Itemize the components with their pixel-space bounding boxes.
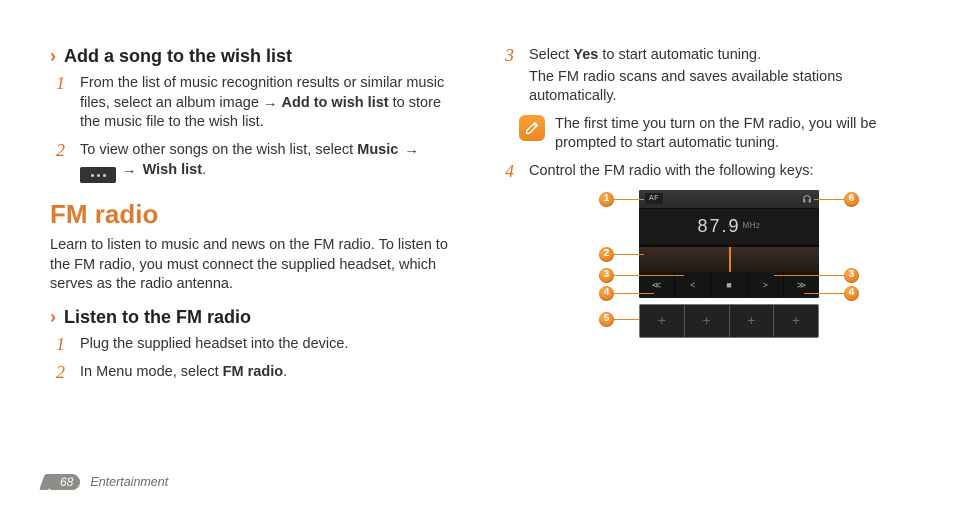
- step-body: Plug the supplied headset into the devic…: [80, 335, 455, 355]
- step-number: 4: [505, 162, 519, 182]
- callout-4-right: 4: [844, 286, 859, 301]
- right-column: 3 Select Yes to start automatic tuning. …: [499, 40, 904, 440]
- stop-icon: ■: [711, 272, 747, 298]
- bold-text: Wish list: [143, 162, 203, 178]
- callout-lead: [804, 293, 844, 294]
- headphones-icon: [801, 194, 813, 204]
- preset-add-icon: +: [640, 305, 685, 337]
- callout-5: 5: [599, 312, 614, 327]
- page-number: 68: [50, 474, 80, 490]
- note-first-time: The first time you turn on the FM radio,…: [519, 115, 904, 154]
- heading-add-to-wish-list: › Add a song to the wish list: [50, 44, 455, 68]
- callout-3-right: 3: [844, 268, 859, 283]
- radio-top-bar: AF: [639, 190, 819, 208]
- page-columns: › Add a song to the wish list 1 From the…: [50, 40, 904, 440]
- pencil-note-icon: [524, 120, 540, 136]
- callout-6: 6: [844, 192, 859, 207]
- preset-add-icon: +: [685, 305, 730, 337]
- callout-1: 1: [599, 192, 614, 207]
- af-indicator: AF: [645, 193, 663, 204]
- preset-row: + + + +: [639, 304, 819, 338]
- arrow-text: →: [122, 162, 137, 178]
- wish-step-1: 1 From the list of music recognition res…: [56, 74, 455, 133]
- fm-radio-intro: Learn to listen to music and news on the…: [50, 236, 455, 295]
- bold-text: Yes: [573, 47, 598, 63]
- step-body: From the list of music recognition resul…: [80, 74, 455, 133]
- menu-dots-icon: [80, 167, 116, 183]
- step-number: 1: [56, 74, 70, 133]
- callout-lead: [614, 254, 644, 255]
- callout-2: 2: [599, 247, 614, 262]
- frequency-value: 87.9: [698, 214, 741, 238]
- frequency-unit: MHz: [743, 221, 761, 232]
- tuning-dial: [639, 246, 819, 272]
- callout-lead: [774, 275, 844, 276]
- callout-4: 4: [599, 286, 614, 301]
- text: The FM radio scans and saves available s…: [529, 68, 904, 107]
- fm-radio-device: AF 87.9 MHz ≪ < ■ > ≫: [639, 190, 819, 298]
- preset-add-icon: +: [774, 305, 818, 337]
- text: In Menu mode, select: [80, 364, 219, 380]
- heading-text: Listen to the FM radio: [64, 305, 251, 329]
- listen-step-1: 1 Plug the supplied headset into the dev…: [56, 335, 455, 355]
- text: .: [283, 364, 287, 380]
- callout-3: 3: [599, 268, 614, 283]
- step-body: Control the FM radio with the following …: [529, 162, 904, 182]
- wish-step-2: 2 To view other songs on the wish list, …: [56, 141, 455, 183]
- callout-lead: [614, 293, 654, 294]
- footer-section: Entertainment: [90, 475, 168, 489]
- section-title-fm-radio: FM radio: [50, 197, 455, 232]
- step-body: In Menu mode, select FM radio.: [80, 363, 455, 383]
- bold-text: Add to wish list: [281, 95, 388, 111]
- note-icon: [519, 115, 545, 141]
- listen-step-2: 2 In Menu mode, select FM radio.: [56, 363, 455, 383]
- step-body: Select Yes to start automatic tuning. Th…: [529, 46, 904, 107]
- bold-text: FM radio: [223, 364, 283, 380]
- step-number: 3: [505, 46, 519, 107]
- step-body: To view other songs on the wish list, se…: [80, 141, 455, 183]
- chevron-icon: ›: [50, 308, 56, 326]
- bold-text: Music: [357, 142, 398, 158]
- listen-step-4: 4 Control the FM radio with the followin…: [505, 162, 904, 182]
- callout-lead: [614, 199, 644, 200]
- step-number: 1: [56, 335, 70, 355]
- text: From the list of music recognition resul…: [80, 75, 444, 111]
- step-number: 2: [56, 363, 70, 383]
- note-text: The first time you turn on the FM radio,…: [555, 115, 904, 154]
- left-column: › Add a song to the wish list 1 From the…: [50, 40, 455, 440]
- heading-listen-fm: › Listen to the FM radio: [50, 305, 455, 329]
- chevron-icon: ›: [50, 47, 56, 65]
- listen-step-3: 3 Select Yes to start automatic tuning. …: [505, 46, 904, 107]
- text: to start automatic tuning.: [602, 47, 761, 63]
- arrow-text: →: [404, 142, 419, 158]
- frequency-display: 87.9 MHz: [639, 208, 819, 246]
- heading-text: Add a song to the wish list: [64, 44, 292, 68]
- preset-add-icon: +: [730, 305, 775, 337]
- page-footer: 68 Entertainment: [50, 474, 168, 490]
- text: .: [202, 162, 206, 178]
- callout-lead: [814, 199, 844, 200]
- text: To view other songs on the wish list, se…: [80, 142, 353, 158]
- step-number: 2: [56, 141, 70, 183]
- text: Select: [529, 47, 569, 63]
- callout-lead: [614, 275, 684, 276]
- callout-lead: [614, 319, 639, 320]
